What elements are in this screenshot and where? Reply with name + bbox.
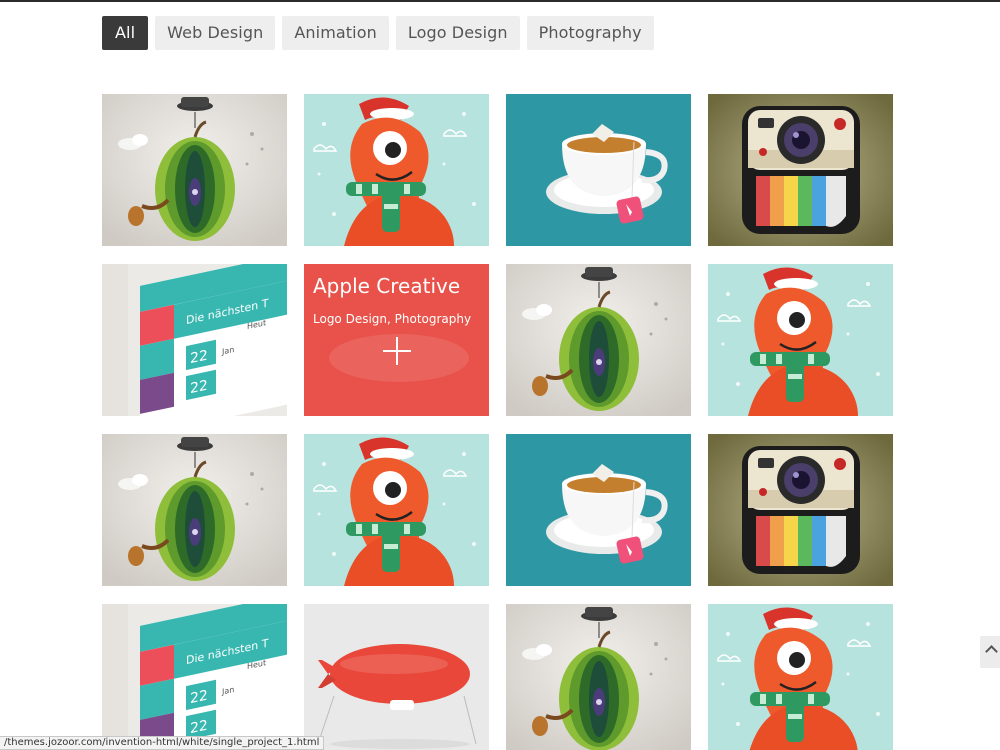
octopus-illustration-thumbnail [708, 264, 893, 416]
portfolio-item-octopus[interactable] [708, 264, 893, 416]
mobile-app-screenshot-thumbnail: Die nächsten T Heut 22 Jan 22 [102, 264, 287, 416]
portfolio-item-octopus[interactable] [304, 434, 489, 586]
project-categories: Logo Design, Photography [313, 312, 472, 326]
plus-icon[interactable] [383, 337, 411, 365]
instant-camera-icon-thumbnail [708, 94, 893, 246]
apple-illustration-thumbnail [506, 264, 691, 416]
portfolio-item-instant-camera[interactable] [708, 434, 893, 586]
portfolio-filter-bar: All Web Design Animation Logo Design Pho… [102, 16, 654, 50]
portfolio-item-mobile-app[interactable]: Die nächsten T Heut 22 Jan 22 [102, 264, 287, 416]
portfolio-item-blimp[interactable]: Apple Creative Logo Design, Photography [304, 264, 489, 416]
portfolio-item-mobile-app[interactable]: Die nächsten T Heut 22 Jan 22 [102, 604, 287, 750]
browser-status-bar: /themes.jozoor.com/invention-html/white/… [0, 736, 325, 750]
chevron-up-icon [985, 645, 998, 658]
portfolio-hover-overlay[interactable]: Apple Creative Logo Design, Photography [304, 264, 489, 416]
apple-illustration-thumbnail [506, 604, 691, 750]
portfolio-item-octopus[interactable] [304, 94, 489, 246]
scroll-to-top-button[interactable] [980, 636, 1000, 668]
instant-camera-icon-thumbnail [708, 434, 893, 586]
portfolio-grid: Die nächsten T Heut 22 Jan 22 Apple Crea… [102, 94, 894, 750]
tea-cup-icon-thumbnail [506, 94, 691, 246]
filter-all-button[interactable]: All [102, 16, 149, 50]
octopus-illustration-thumbnail [708, 604, 893, 750]
portfolio-item-apple[interactable] [506, 264, 691, 416]
octopus-illustration-thumbnail [304, 94, 489, 246]
filter-photography-button[interactable]: Photography [526, 16, 654, 50]
apple-illustration-thumbnail [102, 434, 287, 586]
octopus-illustration-thumbnail [304, 434, 489, 586]
apple-illustration-thumbnail [102, 94, 287, 246]
blimp-illustration-thumbnail [304, 604, 489, 750]
portfolio-item-blimp[interactable] [304, 604, 489, 750]
portfolio-item-apple[interactable] [102, 434, 287, 586]
portfolio-item-tea-cup[interactable] [506, 94, 691, 246]
portfolio-item-tea-cup[interactable] [506, 434, 691, 586]
top-rule [0, 0, 1000, 2]
portfolio-item-apple[interactable] [506, 604, 691, 750]
filter-web-design-button[interactable]: Web Design [155, 16, 276, 50]
mobile-app-screenshot-thumbnail: Die nächsten T Heut 22 Jan 22 [102, 604, 287, 750]
filter-logo-design-button[interactable]: Logo Design [395, 16, 520, 50]
portfolio-item-apple[interactable] [102, 94, 287, 246]
portfolio-item-instant-camera[interactable] [708, 94, 893, 246]
portfolio-item-octopus[interactable] [708, 604, 893, 750]
project-title: Apple Creative [313, 274, 461, 298]
filter-animation-button[interactable]: Animation [282, 16, 389, 50]
tea-cup-icon-thumbnail [506, 434, 691, 586]
